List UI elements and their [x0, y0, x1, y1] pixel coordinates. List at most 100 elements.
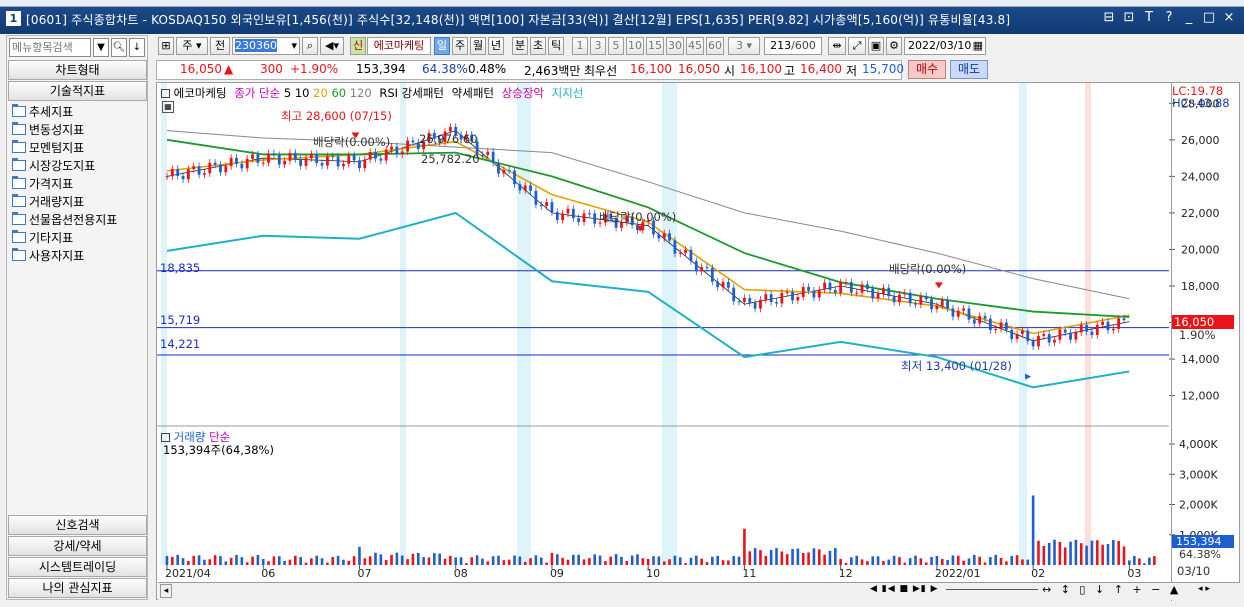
calendar-icon[interactable]: ▦ — [973, 38, 983, 54]
legend-stock[interactable]: 에코마케팅 — [174, 86, 227, 100]
chart-type-button[interactable]: 차트형태 — [8, 60, 147, 80]
signal-search-button[interactable]: 신호검색 — [8, 515, 147, 535]
candle-body — [1010, 329, 1014, 340]
count-field[interactable]: 213/600 — [764, 37, 822, 55]
volume-bar — [518, 556, 522, 565]
tab-tick[interactable]: 틱 — [548, 37, 564, 55]
candle-body — [529, 185, 532, 191]
volume-bar — [368, 556, 372, 565]
chevron-down-icon[interactable]: ▾ — [291, 38, 297, 54]
legend-rsi[interactable]: RSI 강세패턴 — [379, 86, 444, 100]
minute-30[interactable]: 30 — [666, 37, 684, 55]
close-icon[interactable]: × — [1222, 10, 1236, 25]
cursor-icon[interactable]: ⇹ — [828, 37, 846, 55]
link-icon[interactable]: ⊟ — [1102, 10, 1116, 25]
zoom-controls[interactable]: ↔ ↕ ▯ ↓ ↑ + − ▲ — [1042, 583, 1182, 599]
scroll-right-icons[interactable]: ◂ ▸ — [1198, 584, 1238, 598]
volume-bar — [277, 556, 281, 565]
prev-button[interactable]: 전 — [210, 37, 230, 55]
minute-10[interactable]: 10 — [626, 37, 644, 55]
my-indicator-button[interactable]: 나의 관심지표 — [8, 578, 147, 598]
scroll-bar[interactable]: ◂ ◀ ▮◀ ■ ▶▮ ▶ ↔ ↕ ▯ ↓ ↑ + − ▲ ◂ ▸ — [158, 582, 1240, 600]
legend-ma20[interactable]: 20 — [313, 86, 328, 100]
tab-minute[interactable]: 분 — [512, 37, 528, 55]
layout-icon[interactable]: ⊞ — [158, 37, 174, 55]
system-trading-button[interactable]: 시스템트레이딩 — [8, 557, 147, 577]
zoom-slider[interactable] — [946, 589, 1038, 592]
candle-body — [1021, 330, 1024, 334]
candle-body — [919, 296, 923, 305]
candle-body — [502, 169, 506, 174]
tab-month[interactable]: 월 — [470, 37, 486, 55]
speaker-icon[interactable]: ◀▾ — [320, 37, 344, 55]
help-icon[interactable]: ? — [1162, 10, 1176, 25]
play-controls[interactable]: ◀ ▮◀ ■ ▶▮ ▶ — [870, 584, 942, 598]
new-badge[interactable]: 신 — [350, 37, 366, 55]
font-icon[interactable]: T — [1142, 10, 1156, 25]
chevron-down-icon[interactable]: ▼ — [93, 38, 109, 57]
strength-button[interactable]: 강세/약세 — [8, 536, 147, 556]
tree-item-user[interactable]: 사용자지표 — [9, 246, 145, 264]
code-input[interactable]: 230360 ▾ — [232, 37, 300, 55]
tab-second[interactable]: 초 — [530, 37, 546, 55]
tree-item-other[interactable]: 기타지표 — [9, 228, 145, 246]
arrow-down-icon[interactable]: ↓ — [129, 38, 145, 57]
legend-rise[interactable]: 상승장악 — [502, 86, 544, 100]
minute-1[interactable]: 1 — [572, 37, 588, 55]
scroll-left-icon[interactable]: ◂ — [160, 584, 172, 598]
minute-combo[interactable]: 3 ▾ — [728, 37, 760, 55]
tree-item-market-strength[interactable]: 시장강도지표 — [9, 156, 145, 174]
best-label: 최우선 — [584, 64, 618, 78]
volume-bar — [834, 548, 837, 565]
tree-item-trend[interactable]: 추세지표 — [9, 102, 145, 120]
tree-label: 시장강도지표 — [29, 158, 96, 173]
chart-area[interactable]: 12,00014,00016,00018,00020,00022,00024,0… — [156, 82, 1240, 601]
minute-5[interactable]: 5 — [608, 37, 624, 55]
zoom-icon[interactable]: ⤢ — [848, 37, 866, 55]
candle-body — [972, 319, 976, 324]
tab-day[interactable]: 일 — [434, 37, 450, 55]
chart-canvas[interactable]: 12,00014,00016,00018,00020,00022,00024,0… — [157, 83, 1239, 599]
sell-button[interactable]: 매도 — [950, 60, 988, 79]
period-combo[interactable]: 주 ▾ — [176, 37, 208, 55]
screen-icon[interactable]: ⊡ — [1122, 10, 1136, 25]
volume-bar — [620, 556, 623, 565]
volume-bar — [604, 561, 607, 565]
save-icon[interactable]: ▣ — [868, 37, 884, 55]
volume-bar — [433, 553, 436, 565]
parent-window-strip — [0, 0, 1244, 7]
menu-search-input[interactable] — [9, 38, 91, 57]
tree-item-volume[interactable]: 거래량지표 — [9, 192, 145, 210]
legend-bear[interactable]: 약세패턴 — [452, 86, 494, 100]
legend-ma-title[interactable]: 종가 단순 — [234, 86, 280, 100]
tree-item-futures[interactable]: 선물옵션전용지표 — [9, 210, 145, 228]
volume-bar — [1031, 495, 1035, 565]
search-icon[interactable]: ⌕ — [302, 37, 318, 55]
legend-ma10[interactable]: 10 — [295, 86, 310, 100]
minute-45[interactable]: 45 — [686, 37, 704, 55]
candle-body — [203, 173, 206, 175]
buy-button[interactable]: 매수 — [908, 60, 946, 79]
legend-support[interactable]: 지지선 — [552, 86, 584, 100]
gear-icon[interactable]: ⚙ — [886, 37, 902, 55]
legend-ma120[interactable]: 120 — [350, 86, 372, 100]
tab-week[interactable]: 주 — [452, 37, 468, 55]
tab-year[interactable]: 년 — [488, 37, 504, 55]
window-controls: ⊟ ⊡ T ? _ □ × — [1102, 10, 1236, 25]
table-icon[interactable]: ▦ — [162, 101, 174, 113]
tree-item-momentum[interactable]: 모멘텀지표 — [9, 138, 145, 156]
minute-15[interactable]: 15 — [646, 37, 664, 55]
legend-ma60[interactable]: 60 — [331, 86, 346, 100]
tree-item-volatility[interactable]: 변동성지표 — [9, 120, 145, 138]
tree-item-price[interactable]: 가격지표 — [9, 174, 145, 192]
maximize-icon[interactable]: □ — [1202, 10, 1216, 25]
candle-body — [924, 296, 928, 300]
minute-60[interactable]: 60 — [706, 37, 724, 55]
minute-3[interactable]: 3 — [590, 37, 606, 55]
volume-bar — [801, 553, 805, 565]
legend-ma5[interactable]: 5 — [284, 86, 291, 100]
search-icon[interactable]: 🔍︎ — [111, 38, 127, 57]
minimize-icon[interactable]: _ — [1182, 10, 1196, 25]
tech-indicator-button[interactable]: 기술적지표 — [8, 81, 147, 101]
date-input[interactable]: 2022/03/10 ▦ — [904, 37, 986, 55]
